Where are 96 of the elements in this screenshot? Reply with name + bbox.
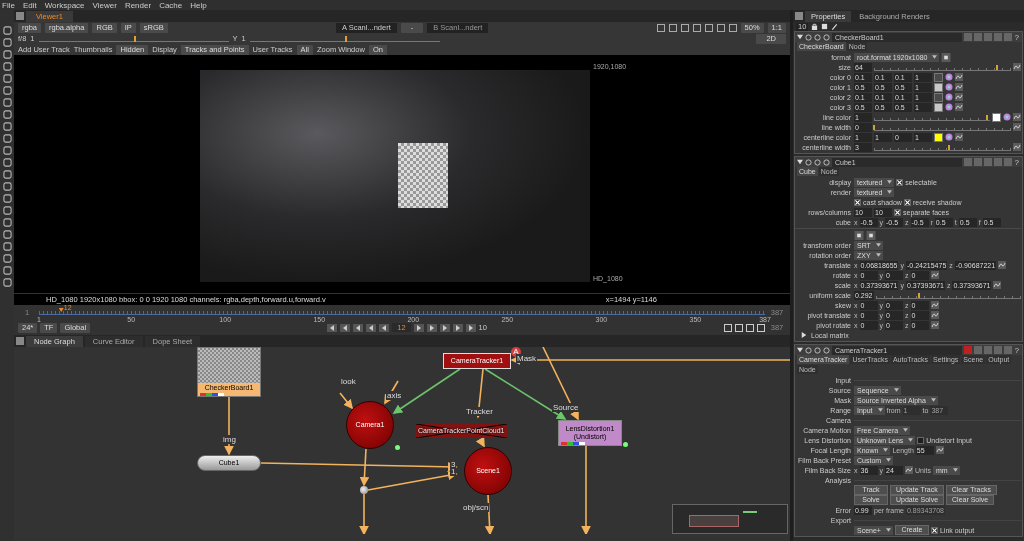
checkbox[interactable] — [894, 208, 901, 216]
playhead[interactable] — [58, 308, 64, 312]
color-swatch[interactable] — [934, 82, 943, 92]
square-icon[interactable] — [854, 230, 864, 240]
menu-item[interactable]: Render — [124, 0, 152, 10]
connector-arrow — [339, 392, 353, 410]
caret-icon — [885, 528, 891, 532]
transport-icon[interactable] — [327, 323, 338, 332]
transport-icon[interactable] — [452, 323, 463, 332]
curve-icon[interactable] — [955, 93, 963, 101]
caret-icon — [930, 398, 936, 402]
menu-item[interactable]: File — [2, 0, 15, 10]
curve-icon[interactable] — [930, 321, 939, 329]
transport-icon[interactable] — [379, 323, 390, 332]
menu-item[interactable]: Help — [190, 0, 207, 10]
lock-icon[interactable] — [811, 23, 819, 30]
square-icon[interactable] — [866, 230, 876, 240]
curve-icon[interactable] — [905, 466, 913, 474]
caret-icon — [877, 408, 883, 412]
caret-icon — [893, 388, 899, 392]
slider-track[interactable] — [874, 113, 990, 121]
transport-icon[interactable] — [426, 323, 437, 332]
status-dot-icon — [623, 442, 628, 447]
checkbox[interactable] — [854, 198, 861, 206]
caret-icon — [952, 468, 958, 472]
square-icon[interactable] — [941, 52, 952, 62]
curve-icon[interactable] — [1013, 123, 1021, 131]
input-label: axis — [386, 391, 403, 400]
curve-icon[interactable] — [955, 73, 963, 81]
transport-icon[interactable] — [413, 323, 424, 332]
curve-icon[interactable] — [1013, 63, 1021, 71]
slider-thumb[interactable] — [985, 114, 988, 120]
checkbox[interactable] — [930, 526, 938, 534]
menu-item[interactable]: Viewer — [92, 0, 117, 10]
checkbox[interactable] — [896, 178, 904, 186]
transport-icon[interactable] — [465, 323, 476, 332]
menu-item[interactable]: Cache — [159, 0, 183, 10]
slider-track[interactable] — [874, 143, 1011, 151]
gamma-slider[interactable] — [249, 35, 440, 42]
collapse-triangle-icon[interactable] — [797, 347, 803, 353]
transport-icon[interactable] — [340, 323, 351, 332]
color-swatch[interactable] — [934, 132, 943, 142]
curve-icon[interactable] — [993, 281, 1002, 289]
color-wheel-icon[interactable] — [945, 133, 953, 141]
channel-strip-icon — [200, 393, 224, 396]
slider-thumb[interactable] — [996, 64, 999, 70]
curve-icon[interactable] — [998, 261, 1007, 269]
channel-strip-icon — [561, 442, 585, 445]
slider-track[interactable] — [874, 63, 1011, 71]
input-label: Source — [552, 403, 580, 412]
transport-icon[interactable] — [366, 323, 377, 332]
menu-item[interactable]: Workspace — [44, 0, 85, 10]
color-swatch[interactable] — [992, 112, 1001, 122]
input-label: 1 — [450, 467, 457, 476]
curve-icon[interactable] — [930, 271, 939, 279]
curve-icon[interactable] — [1013, 143, 1021, 151]
slider-thumb[interactable] — [948, 144, 951, 150]
connector-arrow — [359, 493, 369, 534]
color-wheel-icon[interactable] — [1003, 113, 1011, 121]
expand-triangle-icon[interactable] — [801, 332, 807, 338]
curve-icon[interactable] — [1013, 113, 1021, 121]
slider-track[interactable] — [874, 123, 1011, 131]
color-swatch[interactable] — [934, 92, 943, 102]
gamma-thumb[interactable] — [344, 35, 347, 42]
input-label: Tracker — [465, 407, 494, 416]
connector-arrow — [475, 436, 485, 448]
connector-arrow — [224, 396, 234, 456]
checkbox[interactable] — [917, 436, 925, 444]
curve-icon[interactable] — [955, 133, 963, 141]
gain-slider[interactable] — [38, 35, 229, 42]
color-swatch[interactable] — [934, 102, 943, 112]
minimap-drawing[interactable] — [672, 504, 788, 534]
checker-thumbnail — [198, 348, 260, 384]
transport-icon[interactable] — [439, 323, 450, 332]
collapse-triangle-icon[interactable] — [797, 159, 803, 165]
curve-icon[interactable] — [935, 446, 944, 454]
gain-thumb[interactable] — [133, 35, 136, 42]
color-swatch[interactable] — [934, 72, 943, 82]
status-dot-icon — [395, 445, 400, 450]
caret-icon — [932, 55, 938, 59]
input-label: obj/scn — [462, 503, 490, 512]
timeline-track[interactable] — [39, 307, 765, 315]
curve-icon[interactable] — [955, 103, 963, 111]
input-label: img — [222, 435, 237, 444]
curve-icon[interactable] — [930, 301, 939, 309]
menu-item[interactable]: Edit — [22, 0, 37, 10]
transport-icon[interactable] — [353, 323, 364, 332]
curve-icon[interactable] — [930, 311, 939, 319]
checker-card-drawing — [398, 143, 448, 208]
input-label: look — [340, 377, 357, 386]
curve-icon[interactable] — [955, 83, 963, 91]
checkbox[interactable] — [903, 198, 911, 206]
slider-thumb[interactable] — [918, 292, 921, 298]
collapse-triangle-icon[interactable] — [797, 34, 803, 40]
input-label: Mask — [516, 354, 538, 363]
dot-node[interactable] — [360, 486, 368, 494]
